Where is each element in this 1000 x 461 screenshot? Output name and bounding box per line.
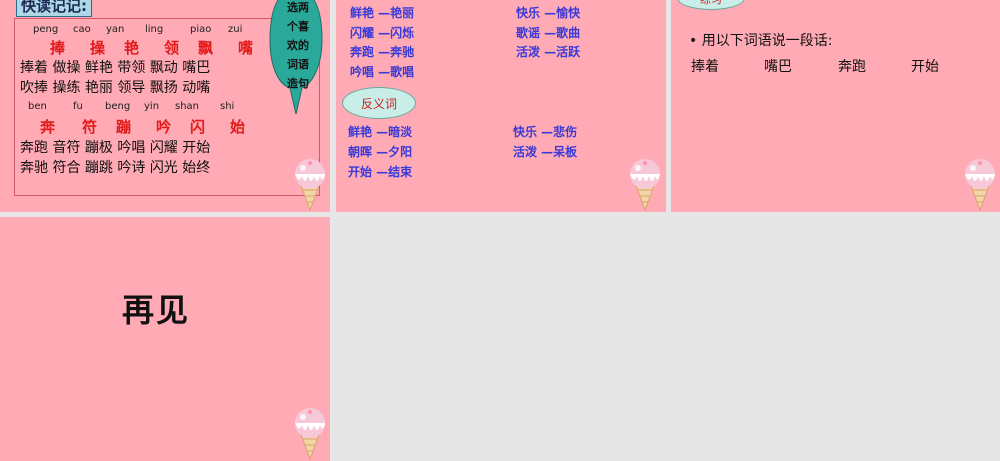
antonym-right-1: 快乐 —悲伤 <box>513 125 578 139</box>
pinyin-yin: yin <box>144 101 160 112</box>
antonym-left-1: 鲜艳 —暗淡 <box>348 125 413 139</box>
word: 艳丽 <box>84 80 113 96</box>
char-piao: 飘 <box>198 39 214 57</box>
pinyin-zui: zui <box>228 24 243 35</box>
practice-badge: 练习 <box>677 0 745 10</box>
ice-cream-icon <box>964 158 996 211</box>
char-peng: 捧 <box>50 39 66 57</box>
antonym-left-3: 开始 —结束 <box>348 165 413 179</box>
word: 嘴巴 <box>182 60 211 76</box>
word: 闪耀 <box>149 140 178 156</box>
word: 鲜艳 <box>84 60 113 76</box>
char-shan: 闪 <box>190 118 206 136</box>
practice-word-3: 奔跑 <box>838 59 866 75</box>
pinyin-piao: piao <box>190 24 212 35</box>
word: 符合 <box>52 160 81 176</box>
word: 音符 <box>52 140 81 156</box>
pinyin-ling: ling <box>145 24 164 35</box>
word: 操练 <box>52 80 81 96</box>
pinyin-fu: fu <box>73 101 83 112</box>
antonym-badge: 反义词 <box>342 87 416 119</box>
word: 闪光 <box>149 160 178 176</box>
char-yin: 吟 <box>156 118 172 136</box>
practice-word-4: 开始 <box>911 59 939 75</box>
pinyin-shan: shan <box>175 101 200 112</box>
slide-1[interactable]: 快读记记: peng cao yan ling piao zui 捧 操 艳 领… <box>0 0 330 212</box>
char-ben: 奔 <box>40 118 56 136</box>
speech-bubble-text: 选两 个喜 欢的 词语 造句 <box>287 1 309 90</box>
words-row-2: 吹捧 操练 艳丽 领导 飘扬 动嘴 <box>20 77 210 97</box>
antonym-left-2: 朝晖 —夕阳 <box>348 145 413 159</box>
ice-cream-icon <box>294 407 326 460</box>
synonym-left-1: 鲜艳 —艳丽 <box>350 6 415 20</box>
word: 飘动 <box>149 60 178 76</box>
farewell-text: 再见 <box>122 291 191 329</box>
char-ling: 领 <box>164 39 180 57</box>
ice-cream-icon <box>294 158 326 211</box>
char-yan: 艳 <box>124 39 140 57</box>
words-row-4: 奔驰 符合 蹦跳 吟诗 闪光 始终 <box>20 157 210 177</box>
word: 开始 <box>182 140 211 156</box>
pinyin-cao: cao <box>73 24 91 35</box>
word: 奔驰 <box>20 160 48 176</box>
word: 蹦跳 <box>84 160 113 176</box>
char-beng: 蹦 <box>116 118 132 136</box>
synonym-right-3: 活泼 —活跃 <box>516 45 581 59</box>
word: 带领 <box>117 60 146 76</box>
words-row-3: 奔跑 音符 蹦极 吟唱 闪耀 开始 <box>20 137 210 157</box>
word: 吹捧 <box>20 80 48 96</box>
words-row-1: 捧着 做操 鲜艳 带领 飘动 嘴巴 <box>20 57 210 77</box>
synonym-right-2: 歌谣 —歌曲 <box>516 26 581 40</box>
pinyin-peng: peng <box>33 24 59 35</box>
synonym-right-1: 快乐 —愉快 <box>516 6 581 20</box>
slide-2[interactable]: 鲜艳 —艳丽 闪耀 —闪烁 奔跑 —奔驰 吟唱 —歌唱 快乐 —愉快 歌谣 —歌… <box>336 0 666 212</box>
word: 领导 <box>117 80 146 96</box>
practice-word-2: 嘴巴 <box>764 59 792 75</box>
instruction: • 用以下词语说一段话: <box>689 33 833 49</box>
pinyin-beng: beng <box>105 101 131 112</box>
word: 吟唱 <box>117 140 146 156</box>
word: 做操 <box>52 60 81 76</box>
word: 飘扬 <box>149 80 178 96</box>
char-shi: 始 <box>230 118 246 136</box>
synonym-left-4: 吟唱 —歌唱 <box>350 65 415 79</box>
word: 奔跑 <box>20 140 48 156</box>
char-zui: 嘴 <box>238 39 254 57</box>
word: 捧着 <box>20 60 48 76</box>
pinyin-ben: ben <box>28 101 47 112</box>
pinyin-shi: shi <box>220 101 235 112</box>
slide-3[interactable]: 练习 • 用以下词语说一段话: 捧着 嘴巴 奔跑 开始 <box>671 0 1000 212</box>
pinyin-yan: yan <box>106 24 125 35</box>
char-fu: 符 <box>82 118 98 136</box>
antonym-right-2: 活泼 —呆板 <box>513 145 578 159</box>
slide-title: 快读记记: <box>16 0 92 17</box>
synonym-left-3: 奔跑 —奔驰 <box>350 45 415 59</box>
word: 动嘴 <box>182 80 211 96</box>
word: 始终 <box>182 160 211 176</box>
ice-cream-icon <box>629 158 661 211</box>
synonym-left-2: 闪耀 —闪烁 <box>350 26 415 40</box>
char-cao: 操 <box>90 39 106 57</box>
word: 蹦极 <box>84 140 113 156</box>
word: 吟诗 <box>117 160 146 176</box>
practice-word-1: 捧着 <box>691 59 719 75</box>
slide-4[interactable]: 再见 <box>0 217 330 461</box>
